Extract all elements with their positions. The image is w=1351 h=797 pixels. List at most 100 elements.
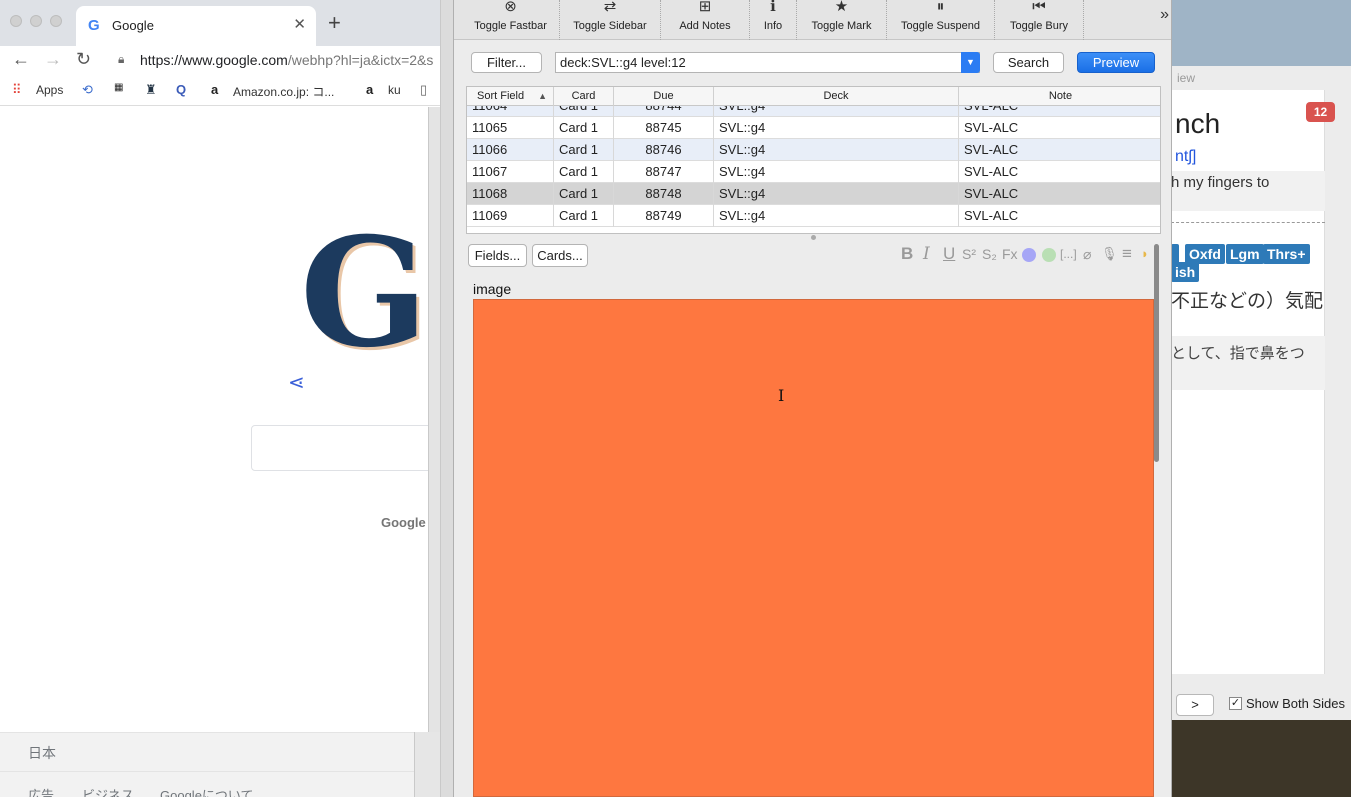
close-window-button[interactable]	[10, 15, 22, 27]
table-row[interactable]: 11067 Card 1 88747 SVL::g4 SVL-ALC	[467, 161, 1160, 183]
fields-button[interactable]: Fields...	[468, 244, 527, 267]
table-cell: 11067	[467, 161, 554, 183]
toggle-fastbar-button[interactable]: ⊗ Toggle Fastbar	[462, 0, 560, 40]
amazon-icon: a	[211, 82, 219, 97]
preview-button[interactable]: Preview	[1077, 52, 1155, 73]
table-cell: 88746	[614, 139, 714, 161]
table-cell: 11068	[467, 183, 554, 205]
card-word: nch	[1175, 108, 1221, 139]
table-row[interactable]: 11069 Card 1 88749 SVL::g4 SVL-ALC	[467, 205, 1160, 227]
dictionary-tag-oxfd[interactable]: Oxfd	[1185, 244, 1225, 264]
highlight-color-icon[interactable]	[1042, 248, 1056, 262]
lock-icon: 🔒︎	[118, 52, 125, 66]
card-divider	[1171, 222, 1325, 223]
table-cell: 88745	[614, 117, 714, 139]
bookmark-apps[interactable]: Apps	[36, 83, 63, 97]
cards-button[interactable]: Cards...	[532, 244, 588, 267]
chevron-down-icon: ▼	[966, 57, 975, 67]
share-icon[interactable]: ⋖	[288, 370, 305, 395]
footer-links: 広告 ビジネス Googleについて	[0, 771, 414, 797]
url-field[interactable]: https://www.google.com/webhp?hl=ja&ictx=…	[140, 52, 433, 68]
pause-circle-icon: ⏸	[936, 0, 945, 15]
text-color-icon[interactable]	[1022, 248, 1036, 262]
column-header-deck[interactable]: Deck	[714, 87, 959, 106]
table-row[interactable]: 11065 Card 1 88745 SVL::g4 SVL-ALC	[467, 117, 1160, 139]
cloze-icon[interactable]: [...]	[1060, 244, 1077, 264]
google-footer: 日本 広告 ビジネス Googleについて	[0, 732, 414, 797]
column-header-note[interactable]: Note	[959, 87, 1160, 106]
table-cell: SVL::g4	[714, 139, 959, 161]
table-header: Sort Field ▲ Card Due Deck Note	[467, 87, 1160, 106]
toolbar-overflow-icon[interactable]: »	[1160, 6, 1169, 24]
table-cell: SVL-ALC	[964, 164, 1019, 179]
image-field-editor[interactable]: I	[473, 299, 1154, 797]
show-both-sides-checkbox[interactable]: ✓	[1229, 697, 1242, 710]
table-cell: Card 1	[554, 117, 614, 139]
close-tab-icon[interactable]: ✕	[293, 15, 306, 33]
amazon-icon: a	[366, 82, 374, 97]
dictionary-tag-thrs[interactable]: Thrs+	[1263, 244, 1310, 264]
table-cell: 88748	[614, 183, 714, 205]
toggle-suspend-button[interactable]: ⏸ Toggle Suspend	[887, 0, 995, 40]
extra-icon[interactable]: ◗	[1141, 244, 1149, 264]
footer-link-business[interactable]: ビジネス	[82, 785, 134, 797]
column-header-sort-field[interactable]: Sort Field ▲	[467, 87, 554, 106]
table-cell: SVL-ALC	[964, 208, 1019, 223]
footer-link-ads[interactable]: 広告	[28, 785, 54, 797]
footer-link-about[interactable]: Googleについて	[160, 785, 254, 797]
history-icon[interactable]: ⟲	[82, 82, 93, 98]
toggle-bury-button[interactable]: ⏮ Toggle Bury	[995, 0, 1084, 40]
toggle-mark-button[interactable]: ★ Toggle Mark	[797, 0, 887, 40]
toggle-sidebar-button[interactable]: ⇄ Toggle Sidebar	[560, 0, 661, 40]
subscript-icon[interactable]: S₂	[982, 244, 997, 264]
dictionary-tag-lgm[interactable]: Lgm	[1226, 244, 1264, 264]
apps-grid-icon: ⠿	[12, 82, 22, 97]
toolbar-label: Add Notes	[679, 20, 731, 32]
dictionary-tag[interactable]	[1171, 244, 1179, 264]
table-cell: Card 1	[554, 183, 614, 205]
show-both-sides-label: Show Both Sides	[1246, 696, 1346, 711]
card-japanese-example: として、指で鼻をつ	[1171, 345, 1305, 362]
attachment-icon[interactable]: ⌀	[1083, 244, 1091, 264]
bookmark-ship-icon[interactable]: ♜	[145, 82, 157, 98]
menu-icon[interactable]: ≡	[1122, 244, 1132, 264]
bookmark-icon[interactable]: ▦	[114, 82, 123, 93]
zoom-window-button[interactable]	[50, 15, 62, 27]
bookmark-q-icon[interactable]: Q	[176, 82, 186, 97]
filter-button[interactable]: Filter...	[471, 52, 542, 73]
card-pronunciation: ntʃ]	[1175, 148, 1197, 165]
info-button[interactable]: ℹ Info	[750, 0, 797, 40]
forward-icon[interactable]: →	[44, 49, 62, 70]
anki-reviewer-window: iew 12 nch ntʃ] h my fingers to Oxfd Lgm…	[1170, 66, 1351, 720]
superscript-icon[interactable]: S²	[962, 244, 976, 264]
reload-icon[interactable]: ↻	[76, 49, 91, 70]
column-header-due[interactable]: Due	[614, 87, 714, 106]
next-button[interactable]: >	[1176, 694, 1214, 716]
search-button[interactable]: Search	[993, 52, 1064, 73]
google-favicon-icon: G	[88, 17, 100, 34]
back-icon[interactable]: ←	[12, 49, 30, 70]
tab-google[interactable]: G Google ✕	[76, 6, 316, 46]
splitter-handle[interactable]	[811, 235, 816, 240]
count-badge: 12	[1306, 102, 1335, 122]
underline-icon[interactable]: U	[943, 244, 955, 264]
clear-format-icon[interactable]: Fx	[1002, 244, 1018, 264]
search-query-input[interactable]: deck:SVL::g4 level:12	[555, 52, 980, 73]
table-cell: 88747	[614, 161, 714, 183]
editor-scrollbar[interactable]	[1154, 244, 1159, 462]
table-row[interactable]: 11068 Card 1 88748 SVL::g4 SVL-ALC	[467, 183, 1160, 205]
table-row[interactable]: 11066 Card 1 88746 SVL::g4 SVL-ALC	[467, 139, 1160, 161]
italic-icon[interactable]: I	[923, 244, 930, 264]
table-cell: SVL::g4	[714, 183, 959, 205]
microphone-icon[interactable]: 🎙	[1101, 244, 1118, 264]
bookmark-amazon[interactable]: Amazon.co.jp: コ...	[233, 83, 334, 100]
bold-icon[interactable]: B	[901, 244, 913, 264]
add-notes-button[interactable]: ⊞ Add Notes	[661, 0, 750, 40]
new-tab-button[interactable]: +	[328, 10, 341, 36]
search-history-dropdown[interactable]: ▼	[961, 52, 980, 73]
dictionary-tag-ish[interactable]: ish	[1171, 262, 1200, 282]
info-icon: ℹ	[770, 0, 776, 15]
bookmark-ku[interactable]: ku	[388, 83, 401, 97]
column-header-card[interactable]: Card	[554, 87, 614, 106]
minimize-window-button[interactable]	[30, 15, 42, 27]
